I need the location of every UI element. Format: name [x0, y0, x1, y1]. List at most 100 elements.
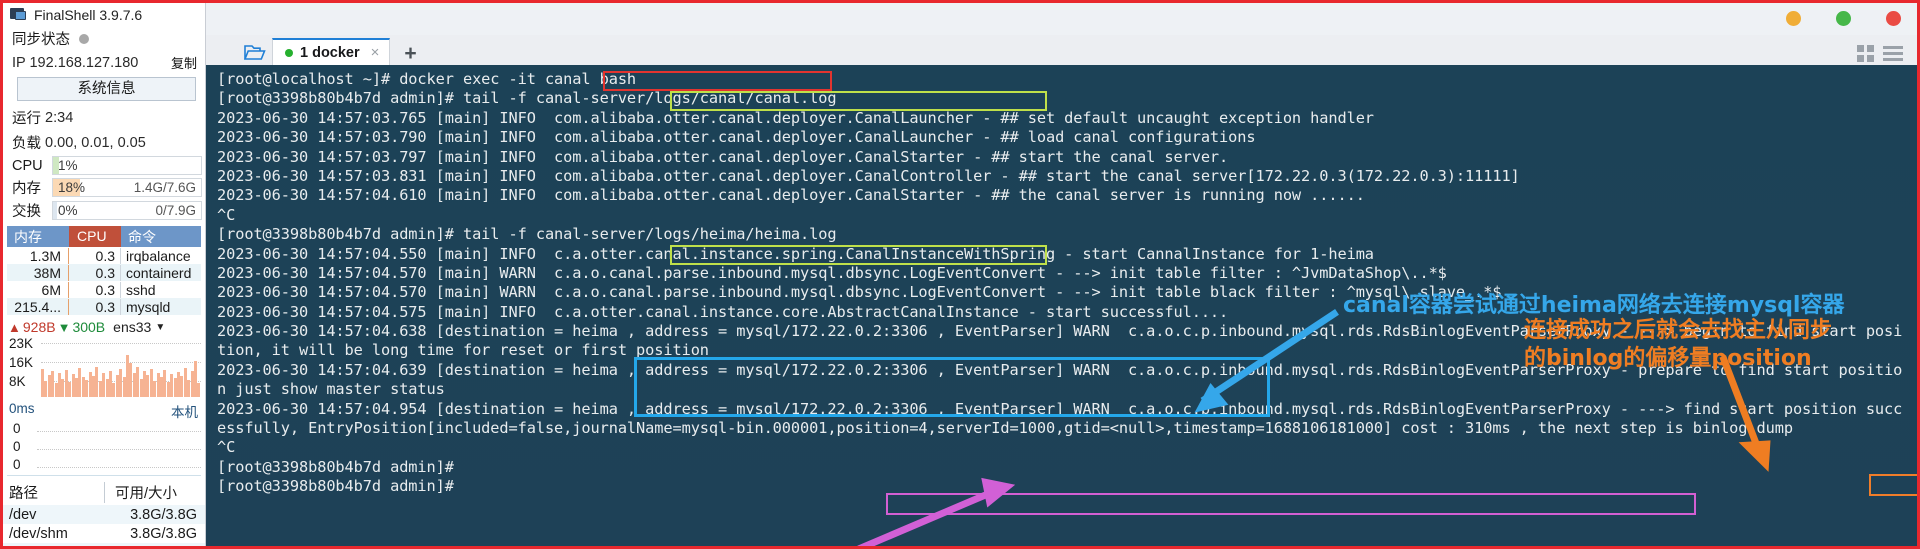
col-memory: 内存 — [14, 228, 42, 245]
tab-1-docker[interactable]: 1 docker × — [272, 38, 391, 65]
process-memory: 38M — [7, 264, 69, 281]
maximize-button[interactable] — [1836, 11, 1851, 26]
view-mode-controls — [1857, 45, 1903, 62]
latency-ylabel-1: 0 — [13, 439, 21, 454]
disk-path: /dev — [9, 506, 37, 523]
meter-row-CPU: CPU 1% — [3, 155, 205, 176]
meter-fill — [53, 202, 58, 219]
download-speed: 300B — [72, 319, 106, 335]
app-title-bar: FinalShell 3.9.7.6 — [3, 3, 205, 26]
latency-ylabel-0: 0 — [13, 421, 21, 436]
connection-status-dot — [285, 48, 293, 57]
col-command: 命令 — [128, 228, 156, 245]
terminal-line: [root@3398b80b4b7d admin]# — [217, 457, 454, 476]
process-command: containerd — [126, 264, 192, 281]
terminal-output[interactable]: [root@localhost ~]# docker exec -it cana… — [206, 65, 1917, 546]
disk-size: 3.8G/3.8G — [130, 506, 197, 523]
terminal-line: ^C — [217, 205, 236, 224]
meter-bar: 0% 0/7.9G — [52, 201, 202, 220]
process-memory: 1.3M — [7, 247, 69, 264]
process-cpu: 0.3 — [69, 281, 121, 298]
process-memory: 6M — [7, 281, 69, 298]
meter-label: CPU — [12, 157, 43, 174]
terminal-line: 2023-06-30 14:57:03.831 [main] INFO com.… — [217, 166, 1520, 185]
copy-ip-button[interactable]: 复制 — [171, 53, 197, 72]
terminal-line: n just show master status — [217, 380, 445, 399]
meter-row-交换: 交换 0% 0/7.9G — [3, 199, 205, 222]
uptime-label: 运行 — [12, 111, 41, 127]
upload-speed: 928B — [22, 319, 56, 335]
sync-status-label: 同步状态 — [12, 32, 70, 48]
load-label: 负载 — [12, 136, 41, 152]
meter-amount: 1.4G/7.6G — [133, 180, 196, 195]
col-cpu: CPU — [69, 226, 121, 247]
process-row[interactable]: 38M 0.3 containerd — [7, 264, 201, 281]
terminal-line: 2023-06-30 14:57:03.797 [main] INFO com.… — [217, 147, 1229, 166]
terminal-line: 2023-06-30 14:57:04.550 [main] INFO c.a.… — [217, 244, 1374, 263]
disk-size: 3.8G/3.8G — [104, 545, 201, 547]
uptime-value: 2:34 — [45, 109, 74, 126]
col-path: 路径 — [9, 486, 38, 502]
net-ylabel-0: 23K — [9, 336, 34, 351]
terminal-line: [root@localhost ~]# docker exec -it cana… — [217, 70, 637, 88]
network-traffic-graph: 23K 16K 8K — [7, 336, 201, 399]
finalshell-window: FinalShell 3.9.7.6 同步状态 IP 192.168.127.1… — [0, 0, 1920, 549]
app-title: FinalShell 3.9.7.6 — [34, 7, 143, 23]
ip-row: IP 192.168.127.180 复制 — [3, 51, 205, 74]
process-row[interactable]: 1.3M 0.3 irqbalance — [7, 247, 201, 264]
meter-percent: 1% — [58, 158, 78, 173]
terminal-line: essfully, EntryPosition[included=false,j… — [217, 419, 1793, 438]
download-arrow-icon: ▼ — [57, 319, 71, 335]
meter-bar: 18% 1.4G/7.6G — [52, 178, 202, 197]
sync-status-row: 同步状态 — [3, 26, 205, 51]
resource-meters: CPU 1% 内存 18% 1.4G/7.6G 交换 0% 0/7.9G — [3, 155, 205, 222]
tab-label: 1 docker — [300, 44, 360, 61]
terminal-line: 2023-06-30 14:57:04.570 [main] WARN c.a.… — [217, 283, 1502, 302]
process-command: irqbalance — [126, 247, 191, 264]
disk-row[interactable]: /run3.8G/3.8G — [3, 543, 205, 546]
close-button[interactable] — [1886, 11, 1901, 26]
chevron-down-icon[interactable]: ▼ — [155, 322, 165, 333]
latency-ylabel-2: 0 — [13, 457, 21, 472]
network-header: ▲ 928B ▼ 300B ens33 ▼ — [3, 315, 205, 336]
process-table-header: 内存 CPU 命令 — [7, 226, 201, 247]
process-row[interactable]: 215.4... 0.3 mysqld — [7, 298, 201, 315]
process-command: sshd — [126, 281, 156, 298]
minimize-button[interactable] — [1786, 11, 1801, 26]
grid-view-icon[interactable] — [1857, 45, 1874, 62]
process-table-body: 1.3M 0.3 irqbalance 38M 0.3 containerd 6M 0.3 ss… — [3, 247, 205, 315]
meter-bar: 1% — [52, 156, 202, 175]
meter-label: 内存 — [12, 181, 41, 197]
terminal-line: ^C — [217, 438, 236, 457]
local-host-label: 本机 — [171, 405, 198, 420]
terminal-line: 2023-06-30 14:57:04.639 [destination = h… — [217, 360, 1903, 379]
folder-open-icon[interactable] — [244, 44, 266, 61]
disk-path: /run — [9, 545, 104, 547]
terminal-line: tion, it will be long time for reset or … — [217, 341, 709, 360]
upload-arrow-icon: ▲ — [8, 319, 21, 335]
net-ylabel-2: 8K — [9, 374, 26, 389]
tab-bar: 1 docker × + — [206, 35, 1917, 65]
terminal-line: 2023-06-30 14:57:04.610 [main] INFO com.… — [217, 186, 1365, 205]
process-memory: 215.4... — [7, 298, 69, 315]
network-interface[interactable]: ens33 — [113, 319, 151, 335]
ip-label: IP 192.168.127.180 — [12, 54, 139, 71]
disk-row[interactable]: /dev/shm 3.8G/3.8G — [3, 524, 205, 543]
main-pane: 1 docker × + [root@localhost ~]# docker … — [206, 3, 1917, 546]
terminal-line: [root@3398b80b4b7d admin]# tail -f canal… — [217, 225, 837, 244]
disk-row[interactable]: /dev 3.8G/3.8G — [3, 505, 205, 524]
terminal-line: 2023-06-30 14:57:04.954 [destination = h… — [217, 399, 1903, 418]
list-view-icon[interactable] — [1883, 46, 1903, 61]
latency-graph: 0ms 本机 0 0 0 — [7, 401, 201, 476]
process-row[interactable]: 6M 0.3 sshd — [7, 281, 201, 298]
system-info-button[interactable]: 系统信息 — [17, 77, 196, 101]
process-cpu: 0.3 — [69, 298, 121, 315]
meter-amount: 0/7.9G — [155, 203, 196, 218]
process-cpu: 0.3 — [69, 264, 121, 281]
window-controls — [1786, 11, 1901, 26]
close-icon[interactable]: × — [371, 44, 380, 61]
monitor-icon — [10, 7, 27, 23]
process-command: mysqld — [126, 298, 171, 315]
new-tab-button[interactable]: + — [404, 43, 416, 64]
terminal-line: 2023-06-30 14:57:04.638 [destination = h… — [217, 322, 1903, 341]
